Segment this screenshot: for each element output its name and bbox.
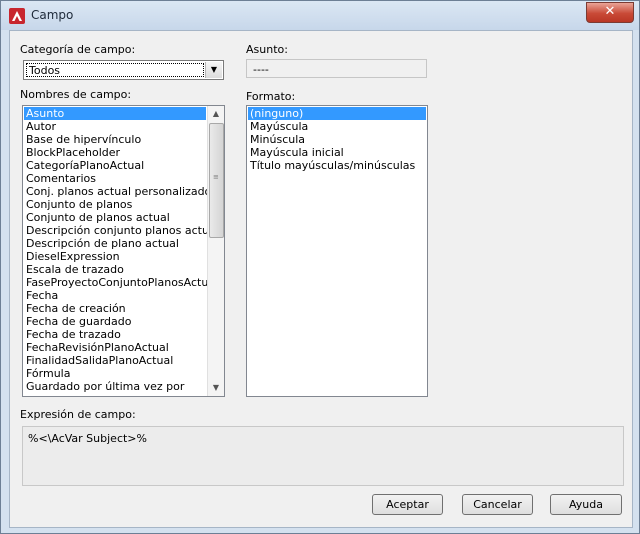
list-item[interactable]: BlockPlaceholder — [24, 146, 206, 159]
list-item[interactable]: Guardado por última vez por — [24, 380, 206, 393]
close-icon: ✕ — [604, 4, 616, 19]
field-names-scrollbar[interactable]: ▲ ≡ ▼ — [207, 106, 224, 396]
list-item[interactable]: Base de hipervínculo — [24, 133, 206, 146]
help-button[interactable]: Ayuda — [550, 494, 622, 515]
list-item[interactable]: FinalidadSalidaPlanoActual — [24, 354, 206, 367]
list-item[interactable]: Autor — [24, 120, 206, 133]
subject-value-field: ---- — [246, 59, 427, 78]
scroll-down-icon[interactable]: ▼ — [208, 380, 224, 396]
campo-dialog: Campo ✕ Categoría de campo: Todos ▼ Asun… — [0, 0, 640, 534]
scroll-thumb[interactable]: ≡ — [209, 123, 224, 238]
list-item[interactable]: CategoríaPlanoActual — [24, 159, 206, 172]
ok-button[interactable]: Aceptar — [372, 494, 443, 515]
format-label: Formato: — [246, 90, 296, 103]
field-names-label: Nombres de campo: — [20, 88, 132, 101]
cancel-button[interactable]: Cancelar — [462, 494, 533, 515]
list-item[interactable]: Mayúscula — [248, 120, 426, 133]
window-title: Campo — [31, 8, 74, 22]
list-item[interactable]: Descripción de plano actual — [24, 237, 206, 250]
list-item[interactable]: Comentarios — [24, 172, 206, 185]
category-select[interactable]: Todos ▼ — [23, 60, 224, 80]
list-item[interactable]: Fecha — [24, 289, 206, 302]
scroll-up-icon[interactable]: ▲ — [208, 106, 224, 122]
format-list[interactable]: (ninguno) Mayúscula Minúscula Mayúscula ini… — [246, 105, 428, 397]
list-item[interactable]: Asunto — [24, 107, 206, 120]
chevron-down-icon[interactable]: ▼ — [205, 62, 222, 78]
list-item[interactable]: Minúscula — [248, 133, 426, 146]
list-item[interactable]: Fecha de creación — [24, 302, 206, 315]
grip-icon: ≡ — [213, 173, 219, 181]
list-item[interactable]: Escala de trazado — [24, 263, 206, 276]
list-item[interactable]: Título mayúsculas/minúsculas — [248, 159, 426, 172]
list-item[interactable]: Conjunto de planos — [24, 198, 206, 211]
expression-value: %<\AcVar Subject>% — [28, 432, 147, 445]
list-item[interactable]: Descripción conjunto planos actual — [24, 224, 219, 237]
list-item[interactable]: FaseProyectoConjuntoPlanosActual — [24, 276, 218, 289]
list-item[interactable]: FechaRevisiónPlanoActual — [24, 341, 206, 354]
category-value: Todos — [26, 63, 204, 77]
list-item[interactable]: Fecha de guardado — [24, 315, 206, 328]
autocad-logo-icon — [9, 8, 25, 24]
list-item[interactable]: Mayúscula inicial — [248, 146, 426, 159]
close-button[interactable]: ✕ — [586, 2, 634, 23]
title-bar[interactable]: Campo ✕ — [1, 1, 639, 30]
list-item[interactable]: Conjunto de planos actual — [24, 211, 206, 224]
list-item[interactable]: Fórmula — [24, 367, 206, 380]
subject-label: Asunto: — [246, 43, 288, 56]
expression-box: %<\AcVar Subject>% — [22, 426, 624, 486]
list-item[interactable]: Fecha de trazado — [24, 328, 206, 341]
expression-label: Expresión de campo: — [20, 408, 136, 421]
list-item[interactable]: DieselExpression — [24, 250, 206, 263]
category-label: Categoría de campo: — [20, 43, 136, 56]
list-item[interactable]: (ninguno) — [248, 107, 426, 120]
dialog-body: Categoría de campo: Todos ▼ Asunto: ----… — [9, 30, 633, 528]
field-names-list[interactable]: Asunto Autor Base de hipervínculo BlockPlac… — [22, 105, 225, 397]
list-item[interactable]: Conj. planos actual personalizado — [24, 185, 211, 198]
